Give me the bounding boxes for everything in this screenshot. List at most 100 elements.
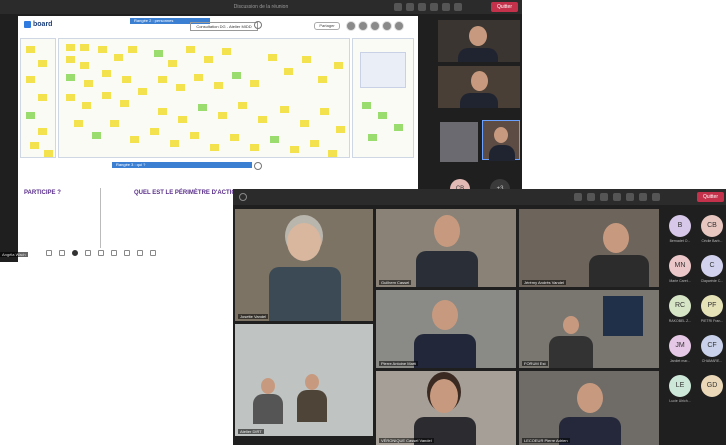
mic-icon[interactable] xyxy=(639,193,647,201)
sticky-note[interactable] xyxy=(128,46,137,53)
sticky-note[interactable] xyxy=(66,74,75,81)
participant-video[interactable] xyxy=(438,20,520,62)
sticky-note[interactable] xyxy=(394,124,403,131)
shape-icon[interactable] xyxy=(111,250,117,256)
participant-video[interactable]: VÉRONIQUE Cassel Vandel xyxy=(376,371,516,445)
sticky-note[interactable] xyxy=(328,150,337,157)
participant-avatar[interactable]: B xyxy=(669,215,691,237)
participant-avatar[interactable]: LE xyxy=(669,375,691,397)
sticky-note[interactable] xyxy=(158,108,167,115)
sticky-note[interactable] xyxy=(98,46,107,53)
people-icon[interactable] xyxy=(406,3,414,11)
sticky-note[interactable] xyxy=(66,56,75,63)
sticky-note[interactable] xyxy=(334,62,343,69)
participant-video[interactable]: Guilhem Cassel xyxy=(376,209,516,287)
redo-icon[interactable] xyxy=(59,250,65,256)
sticky-note[interactable] xyxy=(38,128,47,135)
camera-icon[interactable] xyxy=(430,3,438,11)
board-share-button[interactable]: Partager xyxy=(314,22,340,30)
pen-color-icon[interactable] xyxy=(72,250,78,256)
sticky-note[interactable] xyxy=(222,48,231,55)
note-icon[interactable] xyxy=(98,250,104,256)
sticky-note[interactable] xyxy=(210,144,219,151)
sticky-note[interactable] xyxy=(214,82,223,89)
sticky-note[interactable] xyxy=(204,56,213,63)
sticky-note[interactable] xyxy=(102,70,111,77)
sticky-note[interactable] xyxy=(250,144,259,151)
sticky-note[interactable] xyxy=(80,62,89,69)
sticky-note[interactable] xyxy=(38,94,47,101)
sticky-note[interactable] xyxy=(336,126,345,133)
sticky-note[interactable] xyxy=(154,50,163,57)
participant-avatar[interactable]: PF xyxy=(701,295,723,317)
sticky-note[interactable] xyxy=(320,108,329,115)
chat-icon[interactable] xyxy=(394,3,402,11)
leave-button[interactable]: Quitter xyxy=(490,2,518,12)
sticky-note[interactable] xyxy=(150,128,159,135)
sticky-note[interactable] xyxy=(284,68,293,75)
sticky-note[interactable] xyxy=(198,104,207,111)
sticky-note[interactable] xyxy=(232,72,241,79)
participant-video[interactable] xyxy=(438,66,520,108)
sticky-note[interactable] xyxy=(268,54,277,61)
more-icon[interactable] xyxy=(613,193,621,201)
reaction-icon[interactable] xyxy=(600,193,608,201)
sticky-note[interactable] xyxy=(122,76,131,83)
sticky-note[interactable] xyxy=(84,80,93,87)
sticky-note[interactable] xyxy=(66,44,75,51)
sticky-note[interactable] xyxy=(186,46,195,53)
sticky-note[interactable] xyxy=(310,140,319,147)
people-icon[interactable] xyxy=(587,193,595,201)
sticky-note[interactable] xyxy=(82,102,91,109)
sticky-note[interactable] xyxy=(368,134,377,141)
sticky-note[interactable] xyxy=(44,150,53,157)
sticky-note[interactable] xyxy=(318,76,327,83)
sticky-note[interactable] xyxy=(92,132,101,139)
undo-icon[interactable] xyxy=(46,250,52,256)
participant-avatar[interactable]: CB xyxy=(701,215,723,237)
sticky-note[interactable] xyxy=(362,102,371,109)
sticky-note[interactable] xyxy=(280,106,289,113)
participant-avatar[interactable]: CF xyxy=(701,335,723,357)
meeting-info-icon[interactable] xyxy=(239,193,247,201)
sticky-note[interactable] xyxy=(38,60,47,67)
sticky-note[interactable] xyxy=(190,132,199,139)
sticky-note[interactable] xyxy=(290,146,299,153)
participant-video[interactable]: FORUM Est xyxy=(519,290,659,368)
participant-video[interactable]: Josette Vandel xyxy=(235,209,373,321)
share-icon[interactable] xyxy=(652,193,660,201)
sticky-note[interactable] xyxy=(130,136,139,143)
pen-icon[interactable] xyxy=(85,250,91,256)
participant-avatar[interactable]: GD xyxy=(701,375,723,397)
sticky-note[interactable] xyxy=(250,80,259,87)
sticky-note[interactable] xyxy=(194,74,203,81)
link-icon[interactable] xyxy=(137,250,143,256)
text-icon[interactable] xyxy=(124,250,130,256)
sticky-note[interactable] xyxy=(138,88,147,95)
whiteboard-canvas[interactable]: board Rangée 2 : personnes Consultation … xyxy=(18,16,418,184)
sticky-note[interactable] xyxy=(102,92,111,99)
leave-button[interactable]: Quitter xyxy=(696,192,724,202)
share-icon[interactable] xyxy=(454,3,462,11)
sticky-note[interactable] xyxy=(258,116,267,123)
chat-icon[interactable] xyxy=(574,193,582,201)
sticky-note[interactable] xyxy=(114,54,123,61)
sticky-note[interactable] xyxy=(74,120,83,127)
participant-video-small[interactable] xyxy=(440,122,478,162)
sticky-note[interactable] xyxy=(300,120,309,127)
sticky-note[interactable] xyxy=(176,84,185,91)
more-tools-icon[interactable] xyxy=(150,250,156,256)
participant-avatar[interactable]: RC xyxy=(669,295,691,317)
participant-video-active[interactable] xyxy=(482,120,520,161)
sticky-note[interactable] xyxy=(218,112,227,119)
participant-video[interactable]: LECOEUR Pierre Adrien xyxy=(519,371,659,445)
sticky-note[interactable] xyxy=(302,56,311,63)
participant-video[interactable]: Atelier DIRT xyxy=(235,324,373,436)
sticky-note[interactable] xyxy=(110,120,119,127)
sticky-note[interactable] xyxy=(238,102,247,109)
participant-avatar[interactable]: JM xyxy=(669,335,691,357)
participant-avatar[interactable]: MN xyxy=(669,255,691,277)
sticky-note[interactable] xyxy=(120,100,129,107)
participant-video[interactable]: Pierre Antoine Marti xyxy=(376,290,516,368)
camera-icon[interactable] xyxy=(626,193,634,201)
